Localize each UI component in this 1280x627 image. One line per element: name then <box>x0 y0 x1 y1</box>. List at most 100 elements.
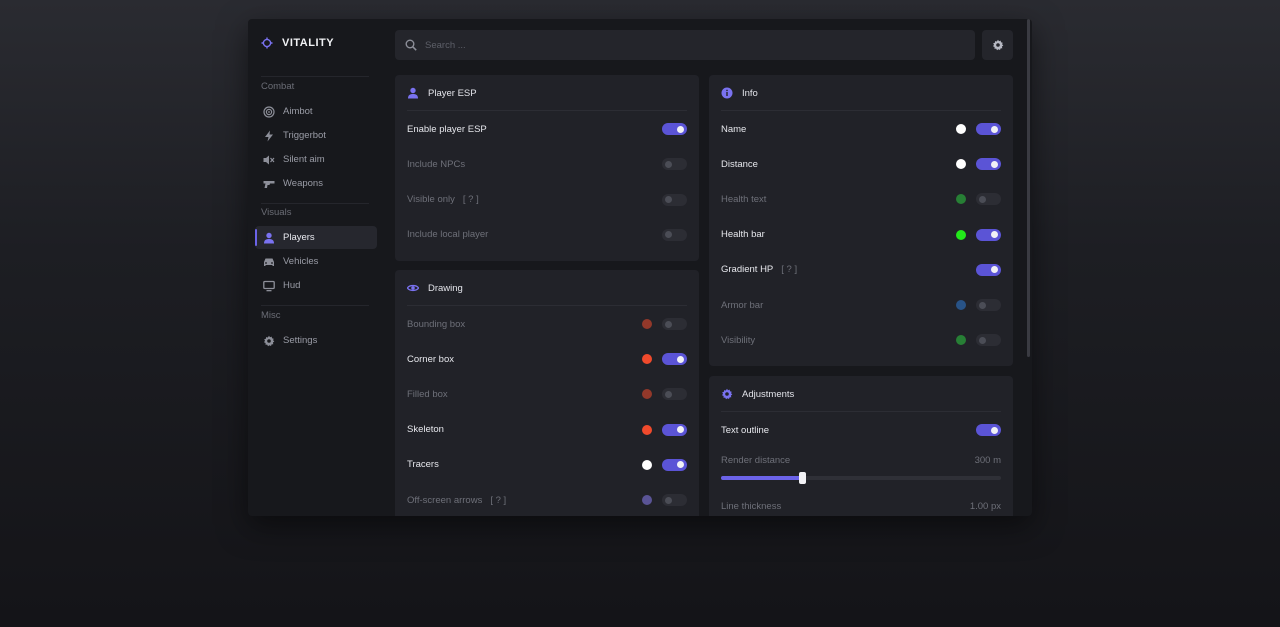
toggle-switch[interactable] <box>976 193 1001 206</box>
sidebar-item-silent-aim[interactable]: Silent aim <box>255 148 377 171</box>
hint-wrap: [ ? ] <box>455 194 662 205</box>
color-swatch[interactable] <box>956 229 966 240</box>
sidebar-item-weapons[interactable]: Weapons <box>255 172 377 195</box>
slider-value: 300 m <box>974 454 1001 466</box>
drawing-card: Drawing Bounding box Corner box Filled box… <box>395 270 699 516</box>
sidebar-item-label: Weapons <box>283 178 323 189</box>
search-icon <box>405 39 417 51</box>
crosshair-icon <box>261 37 273 49</box>
gear-icon <box>263 335 275 347</box>
divider <box>721 411 1001 412</box>
setting-row-text-outline: Text outline <box>721 421 1001 439</box>
setting-label: Text outline <box>721 424 770 436</box>
sidebar-item-vehicles[interactable]: Vehicles <box>255 250 377 273</box>
setting-row: Corner box <box>407 350 687 368</box>
sidebar-item-hud[interactable]: Hud <box>255 274 377 297</box>
sidebar-item-triggerbot[interactable]: Triggerbot <box>255 124 377 147</box>
setting-label: Armor bar <box>721 299 764 311</box>
color-swatch[interactable] <box>956 335 966 346</box>
sidebar-item-aimbot[interactable]: Aimbot <box>255 100 377 123</box>
toggle-switch[interactable] <box>662 123 687 135</box>
card-header: Adjustments <box>709 376 1013 412</box>
toggle-switch[interactable] <box>662 158 687 171</box>
setting-row: Off-screen arrows [ ? ] <box>407 491 687 509</box>
card-header: Info <box>709 75 1013 111</box>
color-swatch[interactable] <box>642 424 652 435</box>
eye-icon <box>407 282 419 294</box>
divider <box>407 305 687 306</box>
color-swatch[interactable] <box>956 300 966 310</box>
card-header: Drawing <box>395 270 699 306</box>
toggle-switch[interactable] <box>662 228 687 241</box>
help-hint[interactable]: [ ? ] <box>490 495 506 506</box>
app-window: VITALITY Combat Aimbot Triggerbot Silent… <box>248 19 1032 516</box>
sidebar-item-settings[interactable]: Settings <box>255 329 377 352</box>
slider-thumb[interactable] <box>799 472 807 484</box>
color-swatch[interactable] <box>642 354 652 365</box>
toggle-switch[interactable] <box>976 123 1001 135</box>
sidebar-item-label: Vehicles <box>283 256 319 267</box>
color-swatch[interactable] <box>642 495 652 505</box>
toggle-switch[interactable] <box>662 458 687 471</box>
toggle-switch[interactable] <box>662 318 687 330</box>
toggle-switch[interactable] <box>976 334 1001 347</box>
color-swatch[interactable] <box>642 389 652 400</box>
color-swatch[interactable] <box>956 194 966 205</box>
help-hint[interactable]: [ ? ] <box>463 194 479 205</box>
toggle-switch[interactable] <box>662 388 687 401</box>
setting-label: Render distance <box>721 454 791 466</box>
sidebar: VITALITY Combat Aimbot Triggerbot Silent… <box>248 19 383 516</box>
toggle-switch[interactable] <box>976 424 1001 436</box>
setting-label: Health bar <box>721 229 765 241</box>
color-swatch[interactable] <box>956 159 966 170</box>
monitor-icon <box>263 280 275 292</box>
card-title: Info <box>742 87 758 99</box>
sidebar-item-label: Hud <box>283 280 301 291</box>
render-distance-slider[interactable] <box>721 472 1001 484</box>
setting-row: Armor bar <box>721 296 1001 314</box>
color-swatch[interactable] <box>956 124 966 134</box>
setting-row-line-thickness: Line thickness 1.00 px <box>721 497 1001 515</box>
user-icon <box>407 87 419 99</box>
divider <box>261 203 369 204</box>
setting-label: Tracers <box>407 459 439 471</box>
setting-label: Visibility <box>721 334 756 346</box>
color-swatch[interactable] <box>642 459 652 470</box>
sidebar-item-players[interactable]: Players <box>255 226 377 249</box>
help-hint[interactable]: [ ? ] <box>781 264 797 275</box>
setting-label: Health text <box>721 193 767 205</box>
setting-row: Include NPCs <box>407 155 687 173</box>
setting-row: Visible only [ ? ] <box>407 191 687 209</box>
scrollbar[interactable] <box>1027 19 1030 357</box>
divider <box>721 110 1001 111</box>
info-icon <box>721 87 733 99</box>
setting-label: Corner box <box>407 353 454 365</box>
toggle-switch[interactable] <box>662 423 687 436</box>
gear-icon <box>992 39 1004 51</box>
setting-row: Distance <box>721 155 1001 173</box>
toggle-switch[interactable] <box>662 353 687 366</box>
toggle-switch[interactable] <box>662 193 687 206</box>
toggle-switch[interactable] <box>976 158 1001 171</box>
setting-label: Include NPCs <box>407 158 466 170</box>
toggle-switch[interactable] <box>976 299 1001 311</box>
toggle-switch[interactable] <box>976 228 1001 241</box>
setting-row: Health bar <box>721 226 1001 244</box>
adjustments-card: Adjustments Text outline Render distance… <box>709 376 1013 516</box>
setting-label: Visible only <box>407 194 455 206</box>
settings-button[interactable] <box>982 30 1013 60</box>
search-input[interactable] <box>425 39 945 51</box>
setting-row: Enable player ESP <box>407 120 687 138</box>
divider <box>407 110 687 111</box>
lightning-icon <box>263 130 275 142</box>
sidebar-item-label: Settings <box>283 335 318 346</box>
gun-icon <box>263 178 275 190</box>
brand: VITALITY <box>261 37 334 49</box>
toggle-switch[interactable] <box>976 263 1001 276</box>
color-swatch[interactable] <box>642 319 652 329</box>
divider <box>261 305 369 306</box>
brand-name: VITALITY <box>282 37 335 49</box>
player-esp-card: Player ESP Enable player ESP Include NPCs… <box>395 75 699 261</box>
setting-row: Tracers <box>407 456 687 474</box>
toggle-switch[interactable] <box>662 494 687 506</box>
